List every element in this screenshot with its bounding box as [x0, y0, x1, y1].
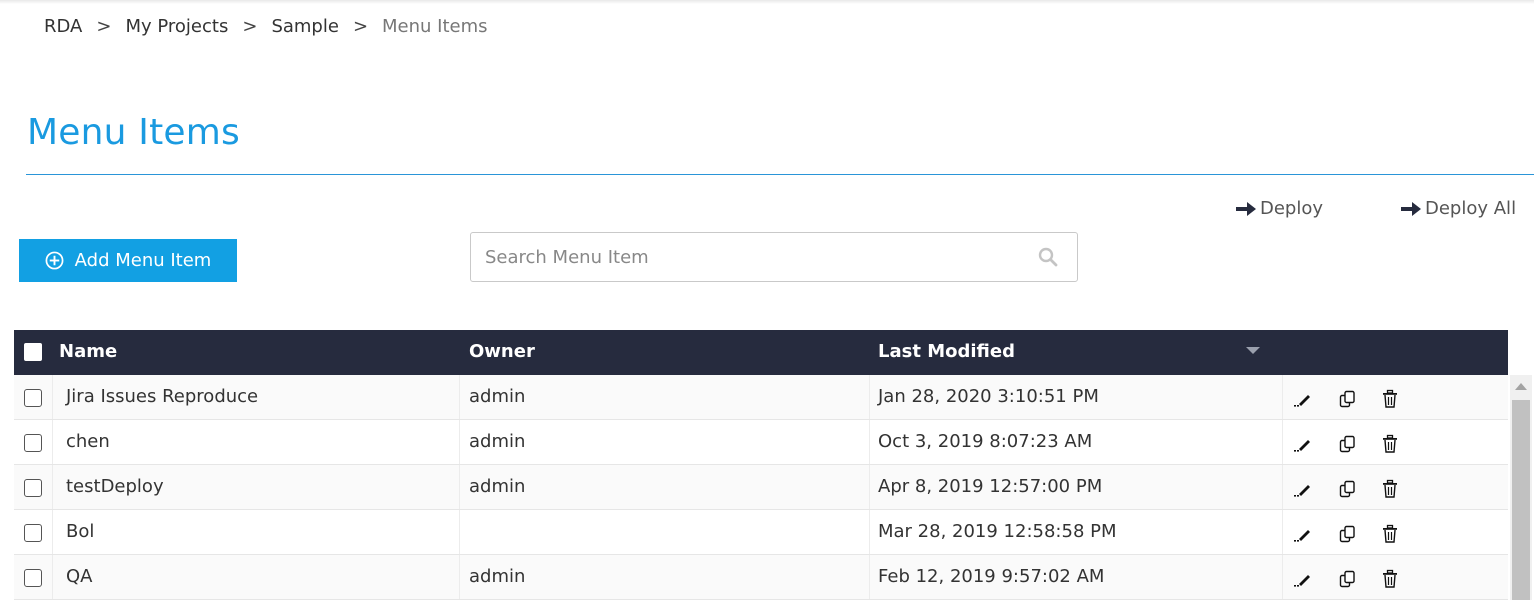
select-all-checkbox[interactable]	[24, 343, 42, 361]
page-title: Menu Items	[27, 112, 240, 153]
breadcrumb-item-sample[interactable]: Sample	[271, 16, 339, 37]
column-divider	[869, 420, 870, 464]
delete-icon[interactable]	[1380, 389, 1400, 409]
breadcrumb-separator: >	[352, 16, 369, 37]
top-shadow	[0, 0, 1534, 4]
column-divider	[1282, 375, 1283, 419]
table-body: Jira Issues Reproduce admin Jan 28, 2020…	[14, 375, 1508, 600]
breadcrumb-separator: >	[242, 16, 258, 37]
scroll-up-arrow-icon[interactable]	[1515, 383, 1527, 390]
cell-name[interactable]: chen	[66, 431, 110, 452]
row-checkbox[interactable]	[24, 389, 42, 407]
breadcrumb-current: Menu Items	[382, 16, 488, 37]
column-divider	[869, 510, 870, 554]
column-divider	[52, 375, 53, 419]
column-header-last-modified[interactable]: Last Modified	[878, 341, 1015, 362]
cell-owner: admin	[469, 386, 526, 407]
arrow-right-icon	[1401, 201, 1421, 216]
column-divider	[869, 375, 870, 419]
column-divider	[52, 465, 53, 509]
cell-last-modified: Mar 28, 2019 12:58:58 PM	[878, 521, 1117, 542]
column-divider	[52, 555, 53, 599]
row-checkbox[interactable]	[24, 524, 42, 542]
arrow-right-icon	[1236, 201, 1256, 216]
cell-last-modified: Apr 8, 2019 12:57:00 PM	[878, 476, 1103, 497]
cell-last-modified: Feb 12, 2019 9:57:02 AM	[878, 566, 1105, 587]
table-row: QA admin Feb 12, 2019 9:57:02 AM	[14, 555, 1508, 600]
sort-descending-icon[interactable]	[1246, 347, 1260, 354]
scrollbar-thumb[interactable]	[1512, 400, 1530, 600]
copy-icon[interactable]	[1338, 524, 1358, 544]
column-divider	[1282, 420, 1283, 464]
cell-last-modified: Oct 3, 2019 8:07:23 AM	[878, 431, 1093, 452]
search-box	[470, 232, 1078, 282]
cell-owner: admin	[469, 431, 526, 452]
column-divider	[1282, 555, 1283, 599]
table-header: Name Owner Last Modified	[14, 330, 1508, 375]
breadcrumb-separator: >	[96, 16, 112, 37]
column-divider	[459, 420, 460, 464]
deploy-all-label: Deploy All	[1425, 198, 1517, 219]
column-divider	[459, 465, 460, 509]
cell-name[interactable]: Bol	[66, 521, 94, 542]
delete-icon[interactable]	[1380, 569, 1400, 589]
copy-icon[interactable]	[1338, 479, 1358, 499]
breadcrumb-item-my-projects[interactable]: My Projects	[125, 16, 228, 37]
table-row: Bol Mar 28, 2019 12:58:58 PM	[14, 510, 1508, 555]
row-checkbox[interactable]	[24, 479, 42, 497]
breadcrumb-item-rda[interactable]: RDA	[44, 16, 82, 37]
row-checkbox[interactable]	[24, 434, 42, 452]
table-row: testDeploy admin Apr 8, 2019 12:57:00 PM	[14, 465, 1508, 510]
edit-icon[interactable]	[1293, 389, 1313, 409]
search-input[interactable]	[485, 233, 1025, 281]
deploy-button[interactable]: Deploy	[1236, 198, 1323, 219]
cell-owner: admin	[469, 476, 526, 497]
cell-name[interactable]: QA	[66, 566, 92, 587]
column-divider	[869, 465, 870, 509]
add-menu-item-button[interactable]: Add Menu Item	[19, 239, 237, 282]
table-row: Jira Issues Reproduce admin Jan 28, 2020…	[14, 375, 1508, 420]
vertical-scrollbar[interactable]	[1510, 375, 1532, 600]
plus-circle-icon	[45, 251, 64, 270]
column-divider	[459, 510, 460, 554]
add-menu-item-label: Add Menu Item	[74, 250, 212, 271]
column-divider	[459, 555, 460, 599]
row-checkbox[interactable]	[24, 569, 42, 587]
column-divider	[869, 555, 870, 599]
column-divider	[1282, 465, 1283, 509]
deploy-all-button[interactable]: Deploy All	[1401, 198, 1516, 219]
deploy-label: Deploy	[1260, 198, 1324, 219]
table-row: chen admin Oct 3, 2019 8:07:23 AM	[14, 420, 1508, 465]
delete-icon[interactable]	[1380, 479, 1400, 499]
delete-icon[interactable]	[1380, 524, 1400, 544]
column-divider	[459, 375, 460, 419]
cell-name[interactable]: Jira Issues Reproduce	[66, 386, 258, 407]
edit-icon[interactable]	[1293, 569, 1313, 589]
column-divider	[52, 420, 53, 464]
edit-icon[interactable]	[1293, 524, 1313, 544]
breadcrumb: RDA > My Projects > Sample > Menu Items	[44, 16, 488, 37]
column-divider	[52, 510, 53, 554]
copy-icon[interactable]	[1338, 569, 1358, 589]
delete-icon[interactable]	[1380, 434, 1400, 454]
cell-owner: admin	[469, 566, 526, 587]
cell-name[interactable]: testDeploy	[66, 476, 164, 497]
search-icon[interactable]	[1038, 247, 1058, 267]
title-divider	[26, 174, 1534, 175]
column-header-owner[interactable]: Owner	[469, 341, 535, 362]
edit-icon[interactable]	[1293, 479, 1313, 499]
copy-icon[interactable]	[1338, 389, 1358, 409]
copy-icon[interactable]	[1338, 434, 1358, 454]
column-divider	[1282, 510, 1283, 554]
column-header-name[interactable]: Name	[59, 341, 117, 362]
edit-icon[interactable]	[1293, 434, 1313, 454]
cell-last-modified: Jan 28, 2020 3:10:51 PM	[878, 386, 1099, 407]
